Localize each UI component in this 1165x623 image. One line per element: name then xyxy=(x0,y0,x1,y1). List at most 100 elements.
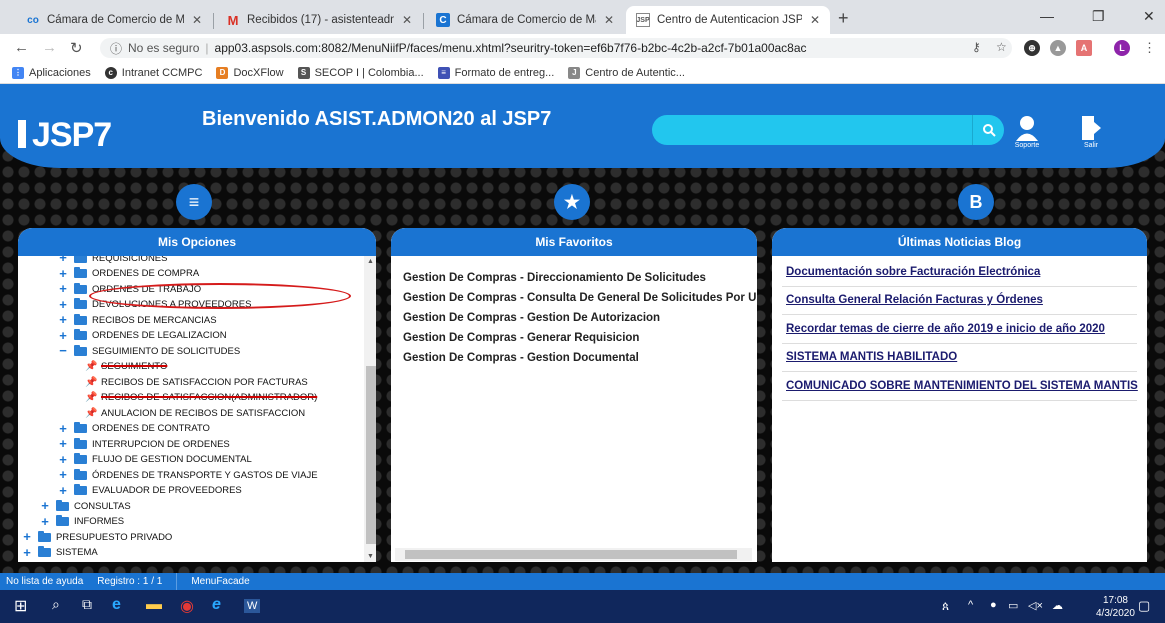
news-link[interactable]: SISTEMA MANTIS HABILITADO xyxy=(782,344,1137,372)
expand-icon[interactable]: + xyxy=(22,546,32,559)
bookmark-apps[interactable]: ⋮ Aplicaciones xyxy=(12,66,91,79)
tree-folder[interactable]: + CONSULTAS xyxy=(40,498,130,514)
support-button[interactable]: Soporte xyxy=(1014,114,1040,149)
scrollbar-thumb[interactable] xyxy=(405,550,737,559)
exit-button[interactable]: Salir xyxy=(1080,114,1102,149)
info-icon[interactable]: ⓘ xyxy=(110,40,122,57)
notifications-icon[interactable]: ▢ xyxy=(1138,598,1150,614)
search-icon[interactable]: ⌕ xyxy=(52,596,60,613)
expand-icon[interactable]: + xyxy=(58,282,68,295)
expand-icon[interactable]: + xyxy=(58,422,68,435)
expand-icon[interactable]: + xyxy=(58,267,68,280)
expand-icon[interactable]: + xyxy=(40,499,50,512)
tree-folder[interactable]: + INFORMES xyxy=(40,514,124,530)
tree-folder[interactable]: + ORDENES DE COMPRA xyxy=(58,266,199,282)
expand-icon[interactable]: + xyxy=(58,313,68,326)
search-button[interactable] xyxy=(972,115,1004,145)
news-link[interactable]: COMUNICADO SOBRE MANTENIMIENTO DEL SISTE… xyxy=(782,372,1138,401)
expand-icon[interactable]: + xyxy=(40,515,50,528)
expand-icon[interactable]: + xyxy=(58,329,68,342)
tree-folder[interactable]: + RECIBOS DE MERCANCIAS xyxy=(58,312,216,328)
tree-folder[interactable]: + ORDENES DE LEGALIZACION xyxy=(58,328,226,344)
favorite-item[interactable]: Gestion De Compras - Generar Requisicion xyxy=(403,328,757,348)
bookmark-centro[interactable]: J Centro de Autentic... xyxy=(568,66,685,79)
search-input[interactable] xyxy=(652,115,972,145)
list-menu-icon[interactable]: ≡ xyxy=(176,184,212,220)
menu-kebab-icon[interactable]: ⋮ xyxy=(1143,40,1156,56)
star-favorites-icon[interactable]: ★ xyxy=(554,184,590,220)
edge-icon[interactable]: e xyxy=(112,596,121,614)
news-link[interactable]: Consulta General Relación Facturas y Órd… xyxy=(782,287,1137,315)
reload-icon[interactable]: ↻ xyxy=(70,39,83,57)
favorite-item[interactable]: Gestion De Compras - Direccionamiento De… xyxy=(403,268,757,288)
bookmark-docxflow[interactable]: D DocXFlow xyxy=(216,66,284,79)
tree-folder[interactable]: + REQUISICIONES xyxy=(58,256,168,266)
back-arrow-icon[interactable]: ← xyxy=(14,39,29,56)
tree-item[interactable]: 📌 SEGUIMIENTO xyxy=(85,359,167,375)
close-icon[interactable]: ✕ xyxy=(192,13,202,27)
expand-icon[interactable]: + xyxy=(58,468,68,481)
word-icon[interactable]: W xyxy=(244,599,261,613)
scroll-down-icon[interactable]: ▼ xyxy=(367,553,374,560)
file-explorer-icon[interactable]: ▬ xyxy=(146,596,162,614)
tray-app-icon[interactable]: ● xyxy=(990,599,997,611)
network-icon[interactable]: ▭ xyxy=(1008,599,1018,612)
url-field[interactable]: ⓘ No es seguro | app03.aspsols.com:8082/… xyxy=(100,38,1012,58)
close-icon[interactable]: ✕ xyxy=(810,13,820,27)
forward-arrow-icon[interactable]: → xyxy=(42,39,57,56)
expand-icon[interactable]: + xyxy=(22,530,32,543)
tree-folder[interactable]: + FLUJO DE GESTION DOCUMENTAL xyxy=(58,452,252,468)
tab-gmail[interactable]: M Recibidos (17) - asistenteadminis ✕ xyxy=(216,6,422,34)
scrollbar-thumb[interactable] xyxy=(366,366,376,544)
bookmark-intranet[interactable]: c Intranet CCMPC xyxy=(104,66,202,79)
scroll-up-icon[interactable]: ▲ xyxy=(367,258,374,265)
volume-muted-icon[interactable]: ◁× xyxy=(1028,599,1043,612)
news-link[interactable]: Documentación sobre Facturación Electrón… xyxy=(782,258,1137,287)
key-icon[interactable]: ⚷ xyxy=(972,40,981,54)
tab-centro-autenticacion[interactable]: JSP Centro de Autenticacion JSP7 ✕ xyxy=(626,6,830,34)
bookmark-formato[interactable]: ≡ Formato de entreg... xyxy=(437,66,554,79)
expand-icon[interactable]: + xyxy=(58,256,68,264)
tree-folder[interactable]: + ORDENES DE CONTRATO xyxy=(58,421,210,437)
blogger-icon[interactable]: B xyxy=(958,184,994,220)
favorite-item[interactable]: Gestion De Compras - Consulta De General… xyxy=(403,288,757,308)
task-view-icon[interactable]: ⧉ xyxy=(82,596,92,613)
expand-icon[interactable]: + xyxy=(58,453,68,466)
options-scrollbar[interactable]: ▲ ▼ xyxy=(364,256,376,562)
onedrive-cloud-icon[interactable]: ☁ xyxy=(1052,599,1063,612)
taskbar-clock[interactable]: 17:08 4/3/2020 xyxy=(1096,594,1135,620)
chrome-icon[interactable]: ◉ xyxy=(180,596,194,616)
close-icon[interactable]: ✕ xyxy=(604,13,614,27)
windows-start-icon[interactable]: ⊞ xyxy=(14,596,27,616)
tree-folder[interactable]: + ÓRDENES DE TRANSPORTE Y GASTOS DE VIAJE xyxy=(58,467,317,483)
new-tab-button[interactable]: + xyxy=(838,8,849,29)
profile-avatar[interactable]: L xyxy=(1114,40,1130,56)
pdf-icon[interactable]: A xyxy=(1076,40,1092,56)
news-link[interactable]: Recordar temas de cierre de año 2019 e i… xyxy=(782,315,1137,344)
bookmark-secop[interactable]: S SECOP I | Colombia... xyxy=(297,66,424,79)
tree-folder[interactable]: + SISTEMA xyxy=(22,545,98,561)
favorites-hscrollbar[interactable] xyxy=(395,548,752,561)
expand-icon[interactable]: + xyxy=(58,437,68,450)
favorite-item[interactable]: Gestion De Compras - Gestion Documental xyxy=(403,348,757,368)
window-close-icon[interactable]: ✕ xyxy=(1143,8,1155,25)
tab-camara-comercio-2[interactable]: C Cámara de Comercio de Manizal ✕ xyxy=(426,6,624,34)
expand-icon[interactable]: + xyxy=(58,298,68,311)
tree-item[interactable]: 📌 RECIBOS DE SATISFACCION POR FACTURAS xyxy=(85,374,308,390)
collapse-icon[interactable]: − xyxy=(58,344,68,357)
drive-icon[interactable]: ▲ xyxy=(1050,40,1066,56)
tab-camara-comercio-1[interactable]: co Cámara de Comercio de Manizal ✕ xyxy=(16,6,212,34)
bookmark-star-icon[interactable]: ☆ xyxy=(996,40,1007,54)
extension-icon[interactable]: ⊕ xyxy=(1024,40,1040,56)
restore-icon[interactable]: ❐ xyxy=(1092,8,1105,25)
people-icon[interactable]: ጰ xyxy=(942,599,949,614)
tree-folder[interactable]: − SEGUIMIENTO DE SOLICITUDES xyxy=(58,343,240,359)
internet-explorer-icon[interactable]: e xyxy=(212,596,221,614)
tree-folder[interactable]: + INTERRUPCION DE ORDENES xyxy=(58,436,230,452)
tree-folder[interactable]: + EVALUADOR DE PROVEEDORES xyxy=(58,483,242,499)
tree-item[interactable]: 📌 RECIBOS DE SATISFACCION(ADMINISTRADOR) xyxy=(85,390,317,406)
minimize-icon[interactable]: — xyxy=(1040,8,1054,24)
favorite-item[interactable]: Gestion De Compras - Gestion De Autoriza… xyxy=(403,308,757,328)
expand-icon[interactable]: + xyxy=(58,484,68,497)
tree-item[interactable]: 📌 ANULACION DE RECIBOS DE SATISFACCION xyxy=(85,405,305,421)
